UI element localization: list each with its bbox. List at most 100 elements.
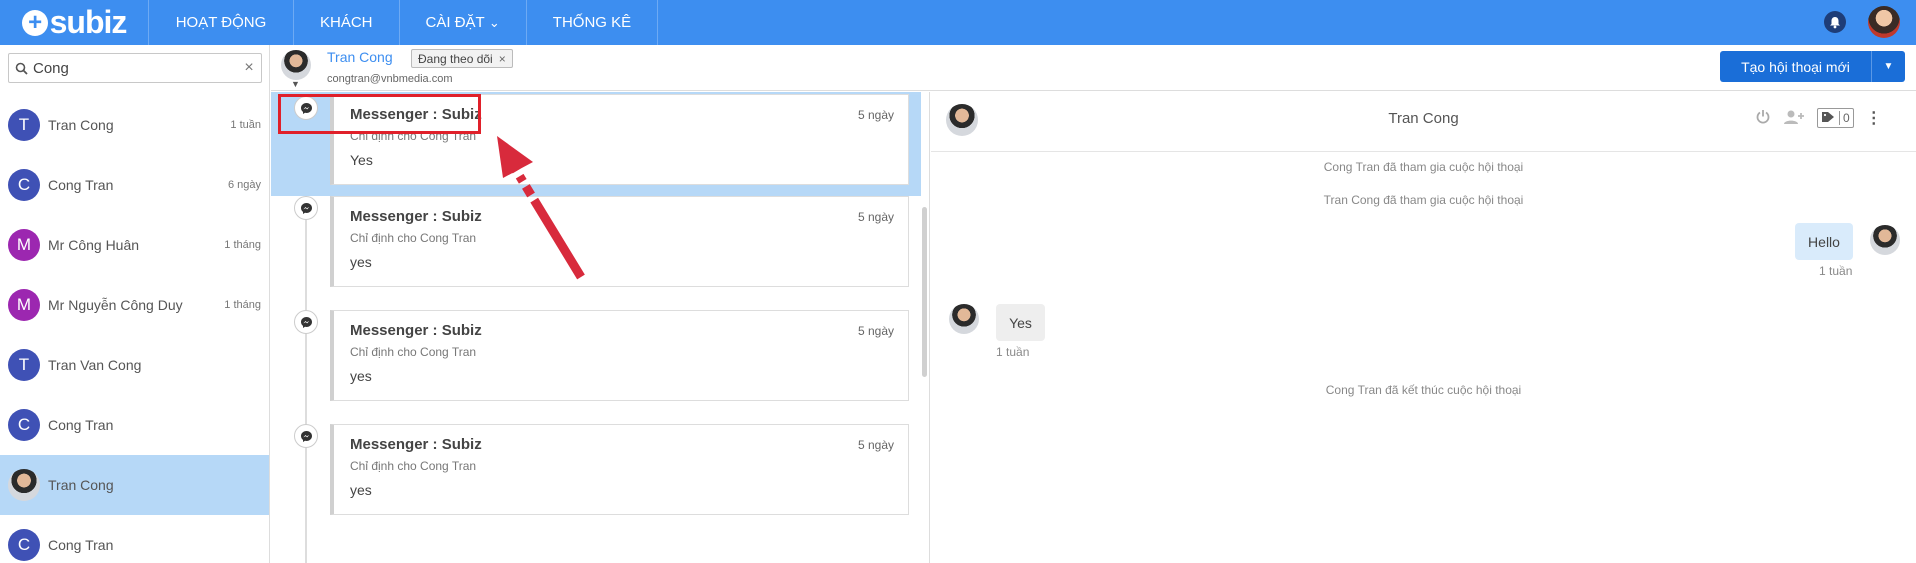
main-nav: HOẠT ĐỘNG KHÁCH CÀI ĐẶT ⌄ THỐNG KÊ (148, 0, 659, 45)
add-user-icon[interactable] (1783, 109, 1805, 128)
conversation-time: 5 ngày (857, 438, 894, 452)
contact-list: T Tran Cong 1 tuần C Cong Tran 6 ngày M … (0, 95, 269, 563)
highlight-box (278, 94, 481, 134)
power-icon[interactable] (1755, 109, 1771, 128)
conversation-item[interactable]: Messenger : Subiz 5 ngày Chỉ định cho Co… (271, 310, 921, 414)
conversation-assignee: Chỉ định cho Cong Tran (350, 459, 477, 473)
conversation-time: 5 ngày (857, 210, 894, 224)
tag-counter[interactable]: 0 (1817, 108, 1854, 128)
chat-header: Tran Cong 0 ⋮ (931, 92, 1916, 152)
close-icon[interactable]: × (237, 59, 261, 77)
new-conversation-label: Tạo hội thoại mới (1741, 58, 1850, 75)
nav-settings-label: CÀI ĐẶT (425, 14, 485, 31)
avatar (1870, 225, 1900, 255)
system-message: Tran Cong đã tham gia cuộc hội thoại (1323, 193, 1524, 207)
contact-name: Mr Nguyễn Công Duy (48, 297, 183, 313)
conversation-title: Messenger : Subiz (350, 436, 482, 453)
search-input[interactable] (33, 55, 237, 81)
conversation-time: 5 ngày (857, 108, 894, 122)
nav-visitors-label: KHÁCH (320, 14, 373, 31)
conversation-card[interactable]: Messenger : Subiz 5 ngày Chỉ định cho Co… (330, 424, 909, 515)
avatar (949, 304, 979, 334)
incoming-message: Yes (996, 304, 1045, 341)
avatar[interactable] (281, 50, 311, 80)
contact-name: Mr Công Huân (48, 237, 140, 253)
nav-reports-label: THỐNG KÊ (552, 14, 632, 31)
app-root: + subiz HOẠT ĐỘNG KHÁCH CÀI ĐẶT ⌄ THỐNG … (0, 0, 1916, 563)
logo-plus-icon: + (21, 9, 48, 36)
close-icon[interactable]: × (499, 52, 506, 66)
avatar (8, 469, 40, 501)
annotation-arrow (497, 136, 585, 280)
avatar: M (8, 289, 40, 321)
conversation-title: Messenger : Subiz (350, 208, 482, 225)
avatar: T (8, 109, 40, 141)
bell-icon[interactable] (1824, 11, 1846, 33)
contact-time: 1 tháng (224, 299, 261, 311)
system-message: Cong Tran đã kết thúc cuộc hội thoại (1325, 383, 1522, 397)
contact-time: 1 tuần (230, 119, 261, 131)
messenger-icon (294, 310, 318, 334)
contact-item[interactable]: T Tran Cong 1 tuần (0, 95, 269, 155)
contact-name: Cong Tran (48, 537, 114, 553)
outgoing-message: Hello (1795, 223, 1853, 260)
avatar: C (8, 529, 40, 561)
contact-item[interactable]: T Tran Van Cong (0, 335, 269, 395)
system-message: Cong Tran đã tham gia cuộc hội thoại (1323, 160, 1524, 174)
chat-toolbar: 0 ⋮ (1755, 108, 1882, 128)
chat-panel: Tran Cong 0 ⋮ Cong Tran đã tham gia cuộc… (931, 92, 1916, 563)
tag-icon (1821, 111, 1835, 126)
conversation-time: 5 ngày (857, 324, 894, 338)
conversation-card[interactable]: Messenger : Subiz 5 ngày Chỉ định cho Co… (330, 310, 909, 401)
nav-reports[interactable]: THỐNG KÊ (525, 0, 659, 45)
scrollbar[interactable] (922, 207, 927, 377)
contact-item-selected[interactable]: Tran Cong (0, 455, 269, 515)
nav-visitors[interactable]: KHÁCH (293, 0, 399, 45)
search-box: × (8, 53, 262, 83)
message-time: 1 tuần (996, 345, 1030, 359)
user-avatar[interactable] (1868, 6, 1900, 38)
contact-name: Cong Tran (48, 177, 114, 193)
search-icon (9, 62, 33, 75)
new-conversation-button[interactable]: Tạo hội thoại mới ▼ (1720, 51, 1905, 82)
contacts-panel: × T Tran Cong 1 tuần C Cong Tran 6 ngày … (0, 45, 270, 563)
more-icon[interactable]: ⋮ (1866, 108, 1882, 128)
chevron-down-icon[interactable]: ▼ (1871, 51, 1905, 82)
conversation-timeline: Messenger : Subiz 5 ngày Chỉ định cho Co… (271, 92, 930, 563)
contact-item[interactable]: C Cong Tran (0, 515, 269, 563)
conversation-item[interactable]: Messenger : Subiz 5 ngày Chỉ định cho Co… (271, 424, 921, 528)
nav-activity-label: HOẠT ĐỘNG (175, 14, 267, 31)
contact-item[interactable]: M Mr Công Huân 1 tháng (0, 215, 269, 275)
contact-name: Tran Cong (48, 477, 114, 493)
avatar: T (8, 349, 40, 381)
contact-name: Tran Cong (48, 117, 114, 133)
contact-time: 6 ngày (227, 179, 261, 191)
conversation-preview: yes (350, 368, 372, 384)
message-time: 1 tuần (1819, 264, 1853, 278)
chevron-down-icon: ⌄ (488, 14, 500, 30)
contact-name: Tran Van Cong (48, 357, 142, 373)
contact-item[interactable]: C Cong Tran 6 ngày (0, 155, 269, 215)
tag-count: 0 (1839, 111, 1850, 125)
messenger-icon (294, 196, 318, 220)
logo-text: subiz (49, 4, 128, 40)
conversation-preview: yes (350, 254, 372, 270)
conversation-title: Messenger : Subiz (350, 322, 482, 339)
follow-tag-label: Đang theo dõi (418, 51, 493, 66)
logo[interactable]: + subiz (0, 0, 148, 45)
conversation-preview: yes (350, 482, 372, 498)
contact-name-link[interactable]: Tran Cong (327, 49, 393, 65)
contact-item[interactable]: M Mr Nguyễn Công Duy 1 tháng (0, 275, 269, 335)
contact-item[interactable]: C Cong Tran (0, 395, 269, 455)
conversation-assignee: Chỉ định cho Cong Tran (350, 345, 477, 359)
chevron-down-icon[interactable]: ▼ (291, 79, 300, 89)
contact-time: 1 tháng (224, 239, 261, 251)
avatar: C (8, 169, 40, 201)
avatar: M (8, 229, 40, 261)
messenger-icon (294, 424, 318, 448)
nav-activity[interactable]: HOẠT ĐỘNG (148, 0, 293, 45)
conversation-card[interactable]: Messenger : Subiz 5 ngày Chỉ định cho Co… (330, 196, 909, 287)
contact-name: Cong Tran (48, 417, 114, 433)
nav-settings[interactable]: CÀI ĐẶT ⌄ (398, 0, 526, 45)
top-navbar: + subiz HOẠT ĐỘNG KHÁCH CÀI ĐẶT ⌄ THỐNG … (0, 0, 1916, 45)
